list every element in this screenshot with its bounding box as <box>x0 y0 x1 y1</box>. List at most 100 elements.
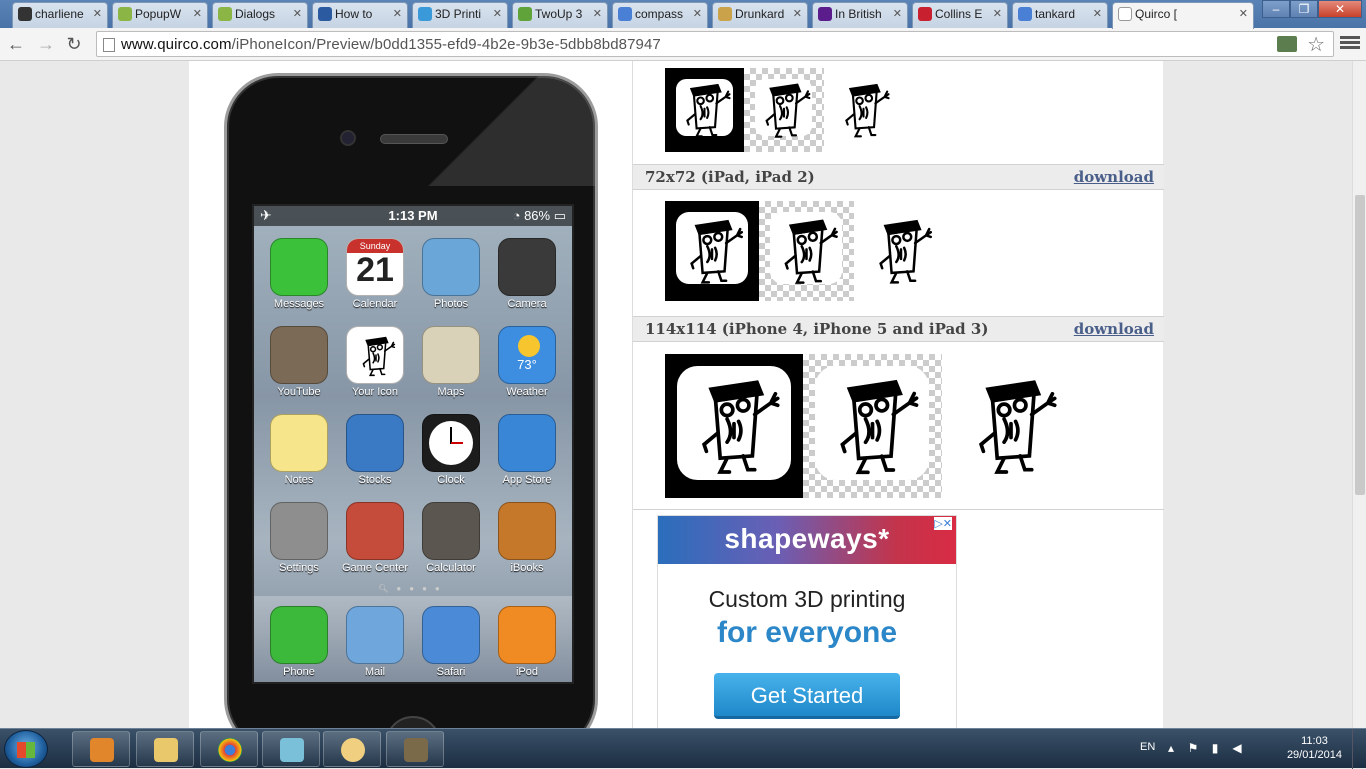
close-tab-icon[interactable]: ✕ <box>193 3 202 25</box>
icon-preview-transparent <box>803 354 942 498</box>
forward-icon[interactable]: → <box>34 32 58 56</box>
back-icon[interactable]: ← <box>4 32 28 56</box>
icon-preview-transparent <box>759 201 854 301</box>
tab-4[interactable]: How to ✕ <box>312 2 408 28</box>
volume-icon[interactable]: ◀ <box>1230 741 1244 755</box>
window-controls: – ❐ ✕ <box>1262 0 1362 20</box>
app-weather: 73° Weather <box>492 326 562 398</box>
thingiverse-icon <box>518 7 532 21</box>
close-tab-icon[interactable]: ✕ <box>1093 3 1102 25</box>
taskbar-media-player[interactable] <box>72 731 130 767</box>
extension-icon[interactable] <box>1277 36 1297 52</box>
show-desktop-button[interactable] <box>1352 729 1366 769</box>
tab-7[interactable]: compass ✕ <box>612 2 708 28</box>
get-started-button[interactable]: Get Started <box>714 673 900 719</box>
app-label: Notes <box>284 474 314 486</box>
tab-12[interactable]: Quirco [✕ <box>1112 2 1254 29</box>
ad-info-icon[interactable]: ▷✕ <box>934 517 952 530</box>
url-text[interactable]: www.quirco.com/iPhoneIcon/Preview/b0dd13… <box>121 36 661 53</box>
app-safari: Safari <box>416 606 486 678</box>
network-icon[interactable]: ▮ <box>1208 741 1222 755</box>
bookmark-star-icon[interactable]: ☆ <box>1307 32 1325 57</box>
yahoo-icon <box>818 7 832 21</box>
tab-label: charliene <box>35 7 84 21</box>
tab-9[interactable]: In British ✕ <box>812 2 908 28</box>
clock-date: 29/01/2014 <box>1286 749 1342 761</box>
tab-11[interactable]: tankard ✕ <box>1012 2 1108 28</box>
close-tab-icon[interactable]: ✕ <box>793 3 802 25</box>
taskbar-chrome[interactable] <box>200 731 258 767</box>
tab-6[interactable]: TwoUp 3 ✕ <box>512 2 608 28</box>
maximize-button[interactable]: ❐ <box>1290 0 1318 18</box>
github-icon <box>18 7 32 21</box>
scroll-thumb[interactable] <box>1355 195 1365 495</box>
tab-8[interactable]: Drunkard ✕ <box>712 2 808 28</box>
app-label: Weather <box>506 386 548 398</box>
vertical-scrollbar[interactable] <box>1352 61 1366 728</box>
stocks-icon <box>346 414 404 472</box>
taskbar-paint[interactable] <box>323 731 381 767</box>
reload-icon[interactable]: ↻ <box>62 32 86 56</box>
app-label: Stocks <box>358 474 392 486</box>
tab-3[interactable]: Dialogs ✕ <box>212 2 308 28</box>
ad-subheadline: for everyone <box>716 616 898 649</box>
app-label: Photos <box>433 298 469 310</box>
close-tab-icon[interactable]: ✕ <box>893 3 902 25</box>
google-icon <box>618 7 632 21</box>
app-ipod: iPod <box>492 606 562 678</box>
taskbar-gimp[interactable] <box>386 731 444 767</box>
download-link[interactable]: download <box>1074 317 1154 341</box>
url-host: www.quirco.com <box>121 36 232 53</box>
close-tab-icon[interactable]: ✕ <box>293 3 302 25</box>
camera-lens <box>340 130 356 146</box>
phone-screen: ✈ 1:13 PM ◔ 86% ▭ Messages Sunday 21 Calend… <box>252 204 574 684</box>
app-label: App Store <box>502 474 552 486</box>
app-game-center: Game Center <box>340 502 410 574</box>
tab-1[interactable]: charliene ✕ <box>12 2 108 28</box>
phone-icon <box>270 606 328 664</box>
app-label: Clock <box>437 474 465 486</box>
app-label: iPod <box>515 666 539 678</box>
android-icon <box>218 7 232 21</box>
close-tab-icon[interactable]: ✕ <box>993 3 1002 25</box>
close-tab-icon[interactable]: ✕ <box>1239 3 1248 25</box>
app-settings: Settings <box>264 502 334 574</box>
icon-preview-black <box>665 68 744 152</box>
tab-2[interactable]: PopupW ✕ <box>112 2 208 28</box>
youtube-icon <box>270 326 328 384</box>
tab-label: In British <box>835 7 882 21</box>
appstore-icon <box>498 414 556 472</box>
taskbar-explorer[interactable] <box>136 731 194 767</box>
weather-icon: 73° <box>498 326 556 384</box>
page-icon <box>103 38 115 52</box>
tab-10[interactable]: Collins E ✕ <box>912 2 1008 28</box>
minimize-button[interactable]: – <box>1262 0 1290 18</box>
close-window-button[interactable]: ✕ <box>1318 0 1362 18</box>
page-icon <box>1118 7 1132 21</box>
icon-preview-plain <box>854 201 948 301</box>
battery-level: 86% <box>524 208 551 223</box>
download-link[interactable]: download <box>1074 165 1154 189</box>
shapeways-ad[interactable]: shapeways* ▷✕ Custom 3D printing for eve… <box>657 515 957 728</box>
ad-brand: shapeways* <box>658 516 956 564</box>
ad-headline: Custom 3D printing <box>708 586 906 612</box>
section-114: 114x114 (iPhone 4, iPhone 5 and iPad 3) d… <box>633 316 1164 498</box>
home-button <box>385 716 441 728</box>
calculator-icon <box>422 502 480 560</box>
address-bar[interactable]: www.quirco.com/iPhoneIcon/Preview/b0dd13… <box>96 31 1334 57</box>
language-indicator[interactable]: EN <box>1140 741 1155 753</box>
close-tab-icon[interactable]: ✕ <box>693 3 702 25</box>
taskbar-app[interactable] <box>262 731 320 767</box>
close-tab-icon[interactable]: ✕ <box>393 3 402 25</box>
menu-icon[interactable] <box>1340 34 1360 54</box>
start-button[interactable] <box>4 730 48 768</box>
close-tab-icon[interactable]: ✕ <box>493 3 502 25</box>
close-tab-icon[interactable]: ✕ <box>93 3 102 25</box>
tray-arrow-icon[interactable]: ▴ <box>1164 741 1178 755</box>
app-maps: Maps <box>416 326 486 398</box>
flag-icon[interactable]: ⚑ <box>1186 741 1200 755</box>
calendar-date: 21 <box>356 251 394 289</box>
clock[interactable]: 11:03 29/01/2014 <box>1287 734 1342 762</box>
tab-5[interactable]: 3D Printi ✕ <box>412 2 508 28</box>
close-tab-icon[interactable]: ✕ <box>593 3 602 25</box>
